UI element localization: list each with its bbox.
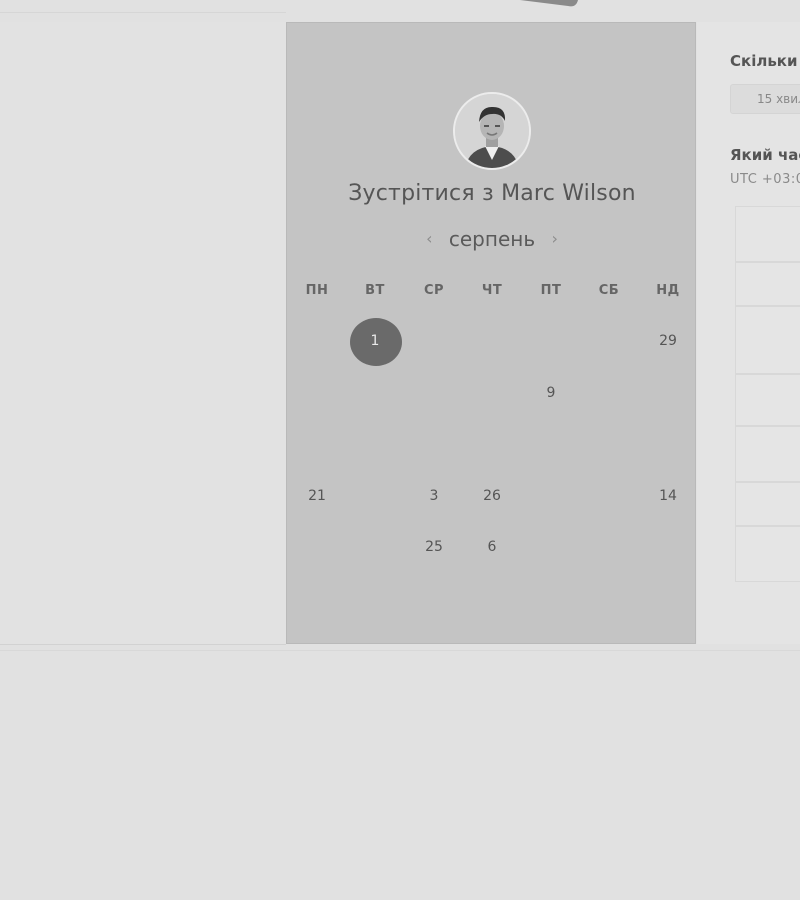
calendar-day[interactable]: 14 [648,486,688,506]
time-slot[interactable] [735,426,800,482]
calendar-day [531,537,571,557]
calendar-day [531,331,571,351]
calendar-day [355,434,395,454]
bottom-divider [0,650,800,651]
calendar-day[interactable]: 29 [648,331,688,351]
time-question: Який час [730,146,800,164]
calendar-day [297,331,337,351]
calendar-day[interactable]: 21 [297,486,337,506]
calendar-day[interactable]: 6 [472,537,512,557]
calendar-day [589,331,629,351]
time-slot[interactable] [735,526,800,582]
calendar-day [297,537,337,557]
calendar-day [531,434,571,454]
calendar-day[interactable]: 25 [414,537,454,557]
calendar-day [355,486,395,506]
calendar-day[interactable]: 9 [531,383,571,403]
calendar-day [297,434,337,454]
calendar-day [648,434,688,454]
time-slot[interactable] [735,306,800,374]
calendar-day[interactable]: 3 [414,486,454,506]
time-slot[interactable] [735,206,800,262]
calendar-day [589,486,629,506]
calendar-day [472,331,512,351]
top-decoration [520,0,578,7]
timezone-label[interactable]: UTC +03:0 [730,172,800,187]
calendar-day[interactable]: 26 [472,486,512,506]
calendar-day [472,434,512,454]
calendar-day [355,383,395,403]
booking-card: Зустрітися з Marc Wilson ‹ серпень › ПН … [286,22,696,644]
calendar-day [648,383,688,403]
left-panel [0,22,286,645]
duration-option[interactable]: 15 хвил [730,84,800,114]
time-slot[interactable] [735,374,800,426]
calendar-grid: 1 29 9 21 3 26 14 25 6 [287,23,697,645]
calendar-day [472,383,512,403]
selected-day[interactable]: 1 [355,331,395,351]
calendar-day [414,434,454,454]
duration-question: Скільки ч [730,52,800,70]
calendar-day [297,383,337,403]
calendar-day [648,537,688,557]
time-slot[interactable] [735,262,800,306]
calendar-day [355,537,395,557]
calendar-day [414,383,454,403]
time-slot[interactable] [735,482,800,526]
calendar-day [589,434,629,454]
calendar-day [414,331,454,351]
calendar-day [589,383,629,403]
calendar-day [589,537,629,557]
top-divider [0,12,286,13]
calendar-day [531,486,571,506]
booking-details-panel: Скільки ч 15 хвил Який час UTC +03:0 [697,22,800,644]
